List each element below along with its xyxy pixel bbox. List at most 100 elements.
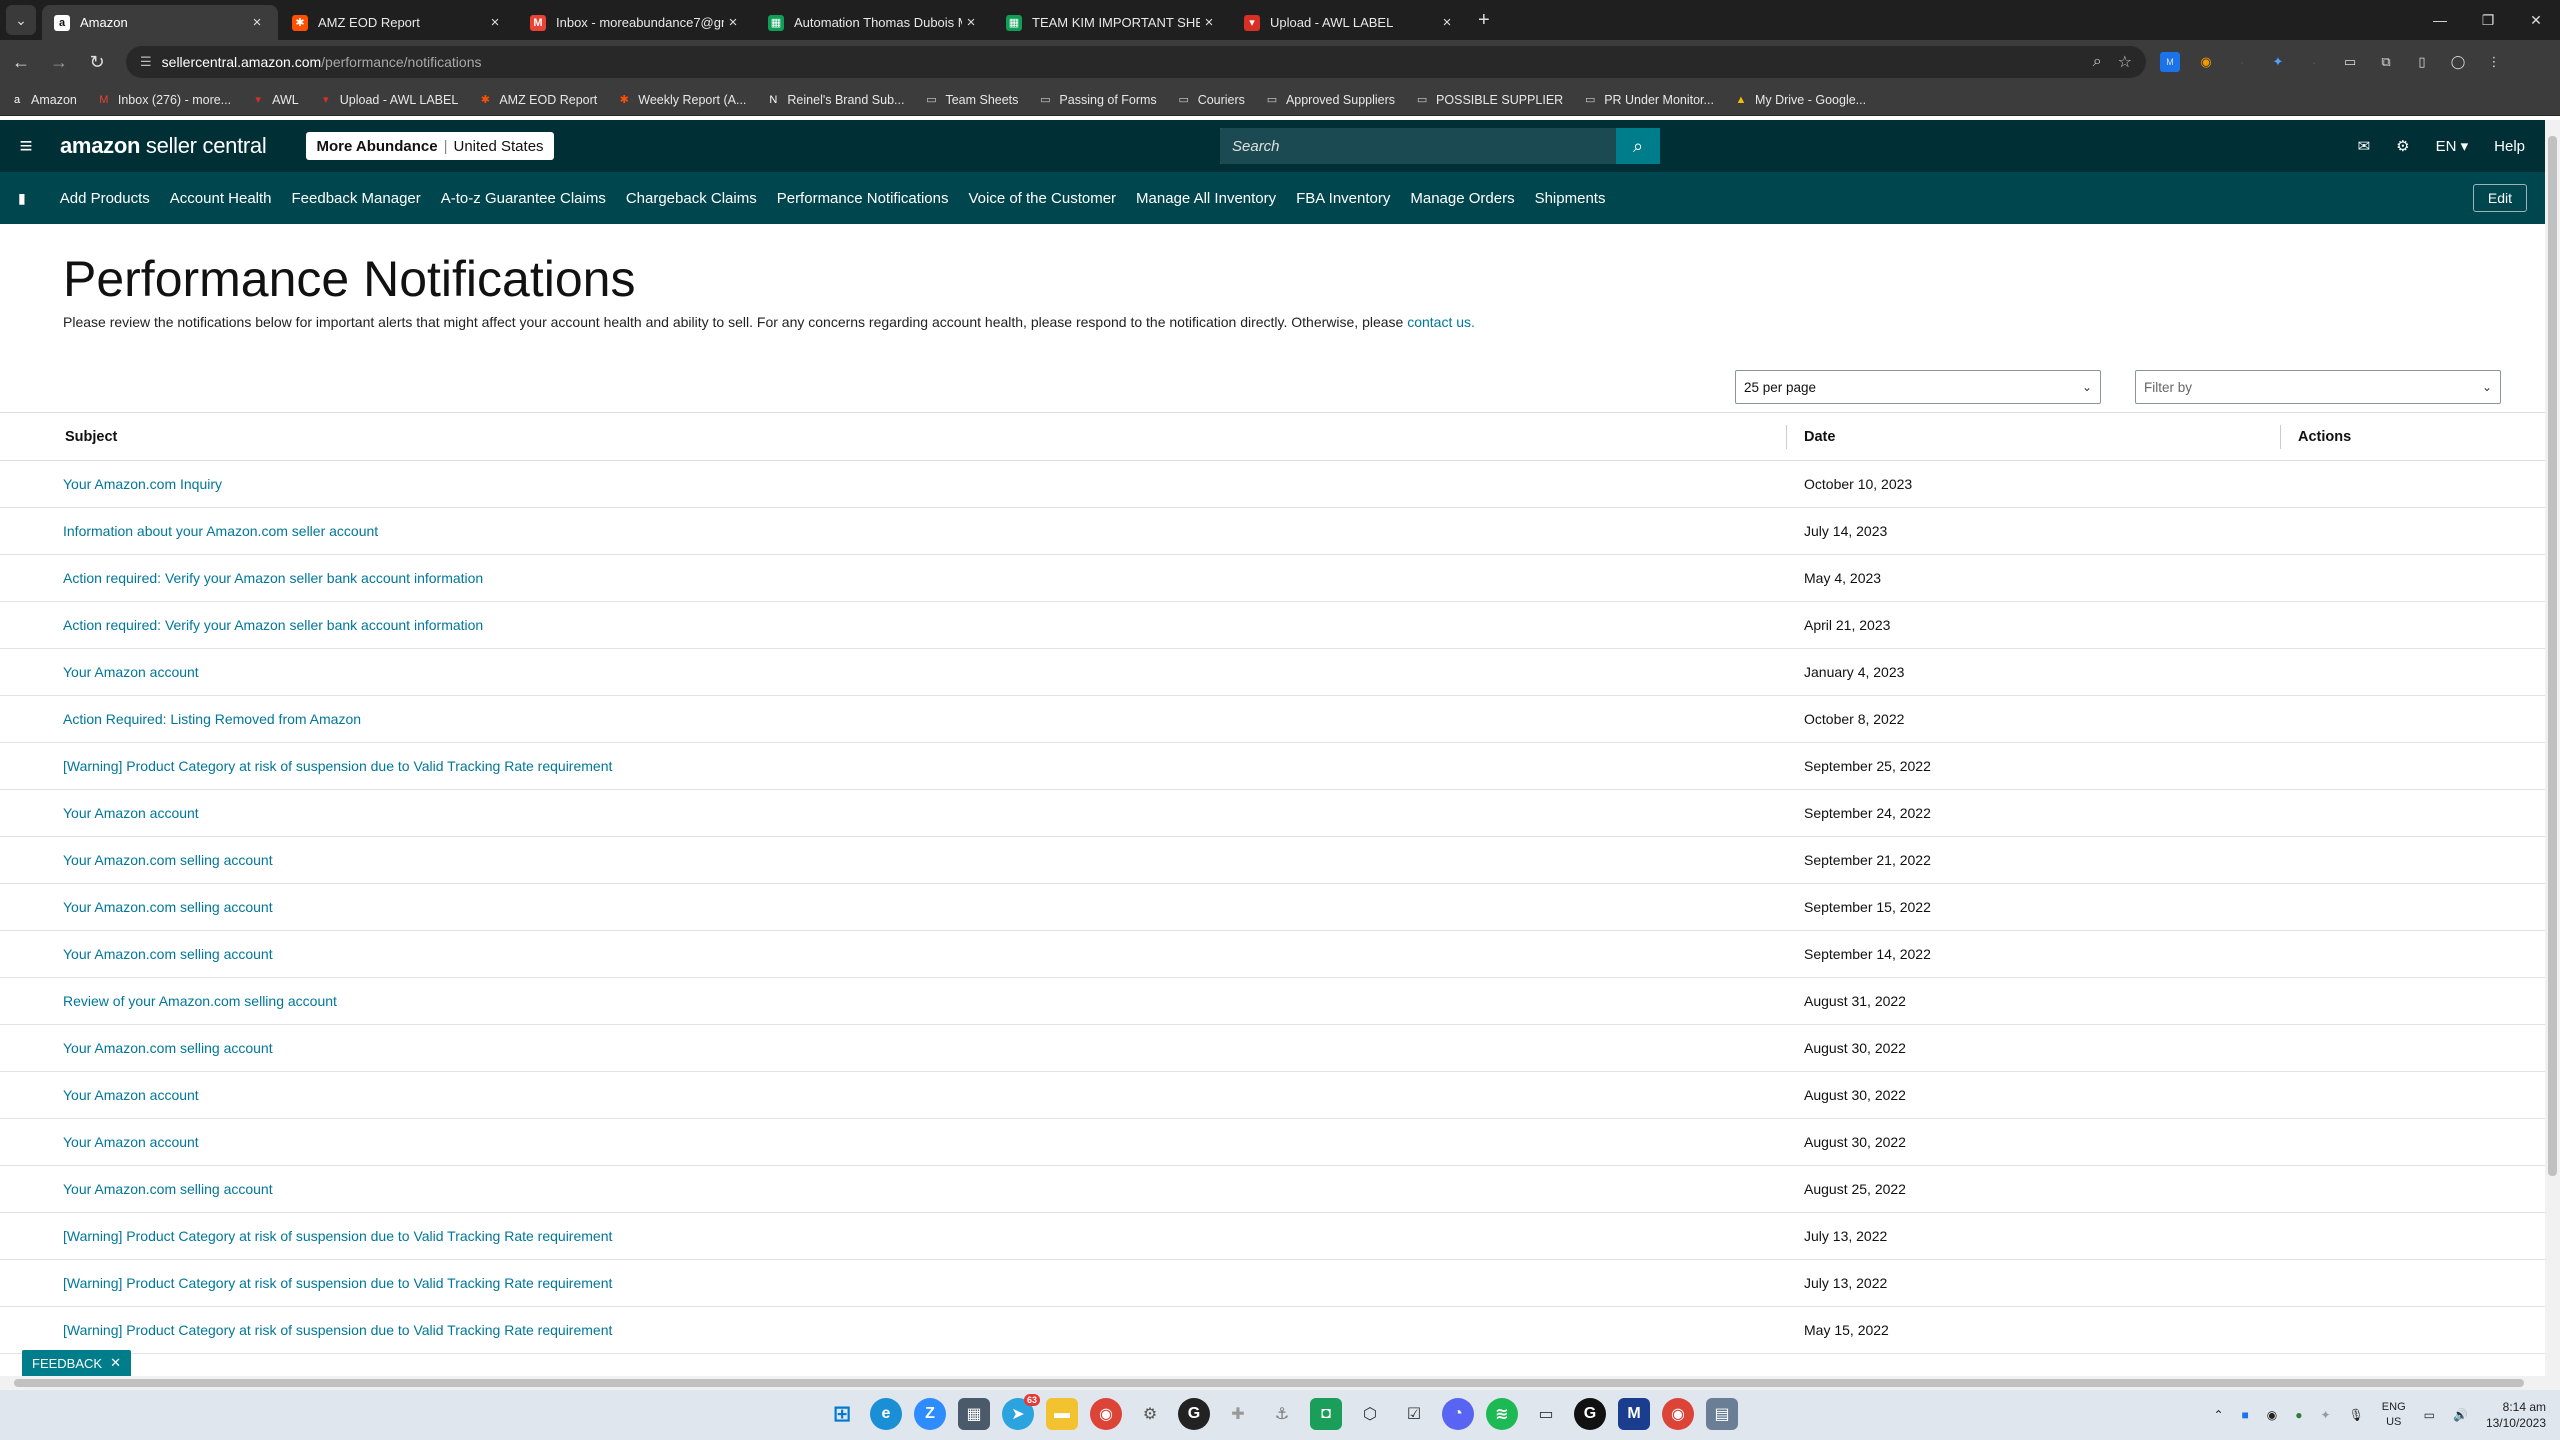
browser-tab[interactable]: a Amazon ×	[42, 5, 278, 40]
site-info-icon[interactable]: ☰	[140, 54, 152, 70]
close-tab-icon[interactable]: ×	[1438, 14, 1456, 31]
bookmark-item[interactable]: ▭ Passing of Forms	[1038, 93, 1156, 107]
reload-icon[interactable]: ↻	[80, 45, 114, 79]
app-icon[interactable]: ☑	[1398, 1398, 1430, 1430]
contact-us-link[interactable]: contact us.	[1407, 314, 1475, 330]
side-panel-icon[interactable]: ▯	[2412, 52, 2432, 72]
restore-icon[interactable]: ❐	[2464, 0, 2512, 40]
nav-item-shipments[interactable]: Shipments	[1535, 190, 1606, 207]
app-icon[interactable]: ◘	[1310, 1398, 1342, 1430]
browser-tab[interactable]: ▦ Automation Thomas Dubois M ×	[756, 5, 992, 40]
notification-subject-link[interactable]: Action required: Verify your Amazon sell…	[63, 570, 483, 586]
horizontal-scrollbar[interactable]	[0, 1376, 2560, 1390]
bookmark-item[interactable]: ▭ Team Sheets	[924, 93, 1018, 107]
tray-app-icon[interactable]: ■	[2242, 1408, 2249, 1422]
chevron-up-icon[interactable]: ⌃	[2213, 1408, 2223, 1422]
volume-icon[interactable]: 🔊	[2453, 1408, 2468, 1422]
kebab-menu-icon[interactable]: ⋮	[2484, 52, 2504, 72]
extension-icon[interactable]: ·	[2232, 52, 2252, 72]
network-icon[interactable]: ▭	[2424, 1408, 2435, 1422]
tray-app-icon[interactable]: ✦	[2321, 1408, 2331, 1422]
extensions-puzzle-icon[interactable]: ⧉	[2376, 52, 2396, 72]
address-bar[interactable]: ☰ sellercentral.amazon.com/performance/n…	[126, 46, 2146, 78]
bookmark-item[interactable]: ▭ Couriers	[1177, 93, 1244, 107]
hamburger-menu-icon[interactable]: ≡	[0, 120, 52, 172]
zoom-app-icon[interactable]: Z	[914, 1398, 946, 1430]
bookmark-item[interactable]: ▭ PR Under Monitor...	[1583, 93, 1714, 107]
app-icon[interactable]: M	[1618, 1398, 1650, 1430]
app-icon[interactable]: ▤	[1706, 1398, 1738, 1430]
nav-item-fba-inventory[interactable]: FBA Inventory	[1296, 190, 1390, 207]
vertical-scrollbar[interactable]	[2545, 120, 2560, 1376]
notification-subject-link[interactable]: Action Required: Listing Removed from Am…	[63, 711, 361, 727]
bookmark-item[interactable]: ✱ Weekly Report (A...	[617, 93, 747, 107]
notification-subject-link[interactable]: [Warning] Product Category at risk of su…	[63, 1275, 612, 1291]
notification-subject-link[interactable]: Action required: Verify your Amazon sell…	[63, 617, 483, 633]
notification-subject-link[interactable]: Your Amazon.com selling account	[63, 946, 273, 962]
close-icon[interactable]: ✕	[110, 1355, 121, 1371]
tab-search-chevron-icon[interactable]: ⌄	[6, 5, 36, 35]
file-explorer-icon[interactable]: ▬	[1046, 1398, 1078, 1430]
nav-item-manage-orders[interactable]: Manage Orders	[1410, 190, 1514, 207]
nav-item-manage-all-inventory[interactable]: Manage All Inventory	[1136, 190, 1276, 207]
nav-item-chargeback-claims[interactable]: Chargeback Claims	[626, 190, 757, 207]
close-tab-icon[interactable]: ×	[724, 14, 742, 31]
browser-tab[interactable]: ▦ TEAM KIM IMPORTANT SHEET×	[994, 5, 1230, 40]
bookmark-item[interactable]: ✱ AMZ EOD Report	[478, 93, 598, 107]
back-arrow-icon[interactable]: ←	[4, 45, 38, 79]
browser-tab[interactable]: ✱ AMZ EOD Report ×	[280, 5, 516, 40]
search-input[interactable]	[1220, 128, 1616, 164]
notification-subject-link[interactable]: Your Amazon.com selling account	[63, 1181, 273, 1197]
bookmark-star-icon[interactable]: ☆	[2118, 52, 2132, 72]
nav-item-account-health[interactable]: Account Health	[170, 190, 272, 207]
bookmark-item[interactable]: M Inbox (276) - more...	[97, 93, 231, 107]
app-icon[interactable]: ⚓	[1266, 1398, 1298, 1430]
search-button[interactable]: ⌕	[1616, 128, 1660, 164]
app-icon[interactable]: ✚	[1222, 1398, 1254, 1430]
chrome-icon[interactable]: ◉	[1662, 1398, 1694, 1430]
tray-app-icon[interactable]: ●	[2295, 1408, 2302, 1422]
notification-subject-link[interactable]: [Warning] Product Category at risk of su…	[63, 1322, 612, 1338]
clock[interactable]: 8:14 am 13/10/2023	[2486, 1399, 2546, 1431]
bookmark-item[interactable]: ▲ My Drive - Google...	[1734, 93, 1867, 107]
app-icon[interactable]: ▭	[1530, 1398, 1562, 1430]
browser-tab[interactable]: ▾ Upload - AWL LABEL ×	[1232, 5, 1468, 40]
extension-icon[interactable]: ◉	[2196, 52, 2216, 72]
nav-item-add-products[interactable]: Add Products	[60, 190, 150, 207]
extension-icon[interactable]: ·	[2304, 52, 2324, 72]
notification-subject-link[interactable]: Your Amazon.com selling account	[63, 1040, 273, 1056]
help-link[interactable]: Help	[2494, 138, 2525, 155]
close-tab-icon[interactable]: ×	[248, 14, 266, 31]
notification-subject-link[interactable]: Information about your Amazon.com seller…	[63, 523, 378, 539]
bookmark-item[interactable]: N Reinel's Brand Sub...	[766, 93, 904, 107]
grammarly-icon[interactable]: G	[1574, 1398, 1606, 1430]
notification-subject-link[interactable]: Your Amazon account	[63, 1134, 199, 1150]
bookmark-item[interactable]: ▾ Upload - AWL LABEL	[319, 93, 458, 107]
notification-subject-link[interactable]: Your Amazon account	[63, 805, 199, 821]
notification-subject-link[interactable]: [Warning] Product Category at risk of su…	[63, 1228, 612, 1244]
nav-item-voice-of-the-customer[interactable]: Voice of the Customer	[968, 190, 1116, 207]
bookmark-item[interactable]: ▭ POSSIBLE SUPPLIER	[1415, 93, 1563, 107]
close-tab-icon[interactable]: ×	[486, 14, 504, 31]
telegram-icon[interactable]: ➤ 63	[1002, 1394, 1040, 1430]
new-tab-plus-icon[interactable]: +	[1478, 9, 1490, 32]
settings-icon[interactable]: ⚙	[1134, 1398, 1166, 1430]
chrome-icon[interactable]: ◉	[1090, 1398, 1122, 1430]
notification-subject-link[interactable]: Your Amazon.com selling account	[63, 899, 273, 915]
bookmark-icon[interactable]: ▮	[18, 190, 26, 207]
edge-icon[interactable]: e	[870, 1398, 902, 1430]
nav-item-performance-notifications[interactable]: Performance Notifications	[777, 190, 949, 207]
notification-subject-link[interactable]: Your Amazon account	[63, 1087, 199, 1103]
minimize-icon[interactable]: —	[2416, 0, 2464, 40]
app-icon[interactable]: ⬡	[1354, 1398, 1386, 1430]
browser-tab[interactable]: M Inbox - moreabundance7@gm ×	[518, 5, 754, 40]
gear-icon[interactable]: ⚙	[2396, 137, 2409, 155]
nav-item-feedback-manager[interactable]: Feedback Manager	[292, 190, 421, 207]
close-window-icon[interactable]: ✕	[2512, 0, 2560, 40]
language-indicator[interactable]: ENG US	[2382, 1400, 2406, 1430]
account-switcher[interactable]: More Abundance | United States	[306, 132, 554, 160]
notification-subject-link[interactable]: [Warning] Product Category at risk of su…	[63, 758, 612, 774]
bookmark-item[interactable]: ▭ Approved Suppliers	[1265, 93, 1395, 107]
notification-subject-link[interactable]: Your Amazon.com Inquiry	[63, 476, 222, 492]
extension-icon[interactable]: ✦	[2268, 52, 2288, 72]
